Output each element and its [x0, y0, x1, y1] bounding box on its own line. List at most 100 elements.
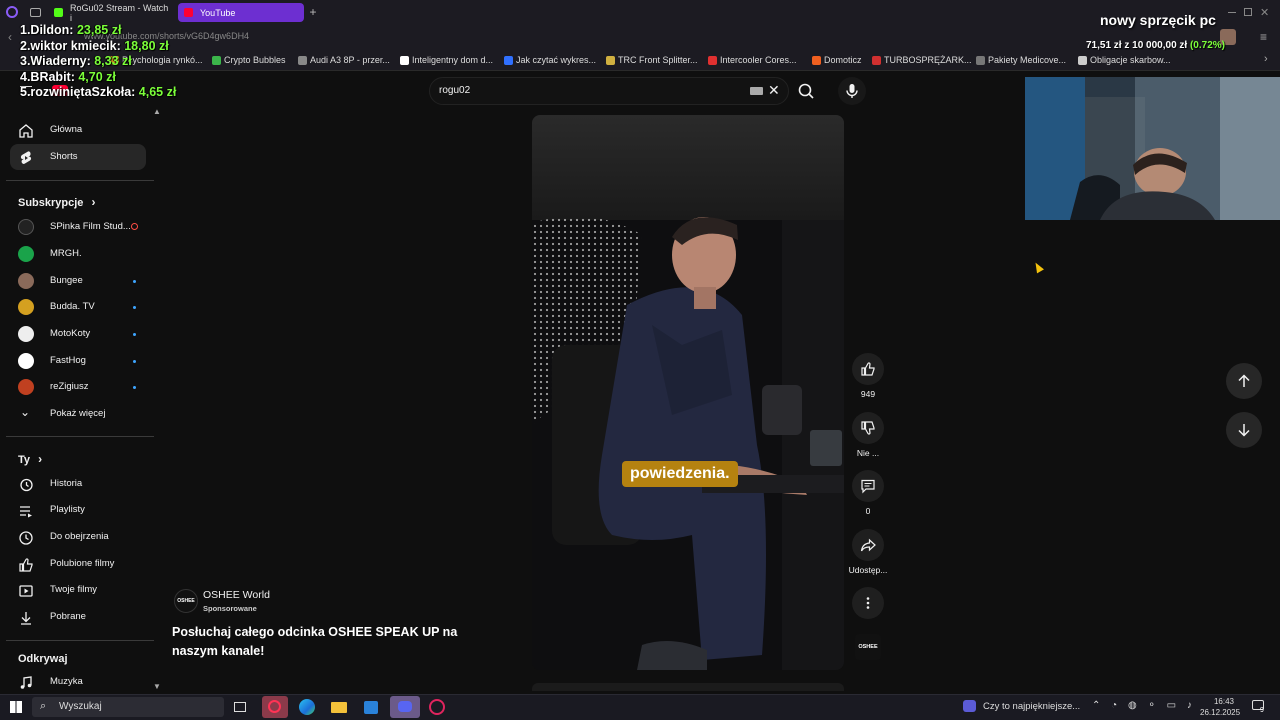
mouse-cursor-icon — [1032, 260, 1044, 274]
discord-icon[interactable] — [390, 696, 420, 718]
music-icon — [20, 676, 32, 689]
sidebar-subscription[interactable]: SPinka Film Stud... — [10, 214, 146, 240]
sidebar-subscription[interactable]: MRGH. — [10, 241, 146, 267]
chevron-down-icon: ⌄ — [20, 405, 31, 419]
bookmark-icon — [812, 56, 821, 65]
channel-thumbnail[interactable]: OSHEE — [855, 634, 881, 660]
channel-name[interactable]: OSHEE World — [203, 589, 270, 601]
bookmark[interactable]: Pakiety Medicove... — [976, 55, 1066, 65]
next-short-button[interactable] — [1226, 412, 1262, 448]
sidebar-subscription[interactable]: Budda. TV — [10, 294, 146, 320]
sidebar-item-label: Twoje filmy — [50, 584, 97, 595]
new-tab-button[interactable]: + — [306, 5, 320, 19]
notification-count-badge: 9 — [1260, 707, 1264, 714]
back-icon[interactable]: ‹ — [8, 30, 12, 44]
maximize-icon[interactable] — [1244, 8, 1252, 16]
dislike-button[interactable] — [852, 412, 884, 444]
playlist-icon — [20, 506, 32, 518]
windows-search-input[interactable]: Wyszukaj — [59, 701, 102, 712]
sidebar-item-home[interactable]: Główna — [10, 117, 146, 143]
you-header[interactable]: Ty › — [18, 452, 42, 466]
close-icon[interactable]: ✕ — [1260, 6, 1269, 19]
shorts-icon — [20, 151, 32, 164]
comments-button[interactable] — [852, 470, 884, 502]
bookmark-icon — [212, 56, 221, 65]
news-widget[interactable]: Czy to najpiękniejsze... — [983, 701, 1080, 712]
opera-gx-taskbar-icon[interactable] — [262, 696, 288, 718]
edge-icon[interactable] — [298, 698, 316, 716]
clear-search-icon[interactable]: ✕ — [768, 82, 780, 99]
donor-leaderboard-entry: 5.rozwiniętaSzkoła: 4,65 zł — [20, 85, 177, 99]
sidebar-item-liked[interactable]: Polubione filmy — [10, 551, 146, 577]
file-explorer-icon[interactable] — [330, 698, 348, 716]
voice-search-button[interactable] — [838, 77, 866, 105]
sidebar-subscription[interactable]: FastHog — [10, 348, 146, 374]
sidebar-item-downloads[interactable]: Pobrane — [10, 604, 146, 630]
bookmark[interactable]: Jak czytać wykres... — [504, 55, 596, 65]
search-input[interactable]: rogu02 — [439, 85, 470, 96]
short-title[interactable]: Posłuchaj całego odcinka OSHEE SPEAK UP … — [172, 623, 472, 661]
scroll-up-icon[interactable]: ▲ — [153, 107, 161, 116]
search-box[interactable] — [429, 77, 789, 105]
more-options-button[interactable] — [852, 587, 884, 619]
search-icon: ⌕ — [40, 700, 47, 712]
sidebar-toggle-icon[interactable] — [30, 8, 41, 17]
keyboard-icon[interactable] — [750, 87, 763, 95]
like-button[interactable] — [852, 353, 884, 385]
scroll-down-icon[interactable]: ▼ — [153, 682, 161, 691]
channel-name: SPinka Film Stud... — [50, 221, 131, 232]
donation-goal-title: nowy sprzęcik pc — [1100, 12, 1216, 28]
divider — [6, 436, 154, 437]
sidebar-item-label: Muzyka — [50, 676, 83, 687]
windows-start-icon[interactable] — [10, 701, 22, 713]
subscriptions-header[interactable]: Subskrypcje › — [18, 195, 95, 209]
new-content-dot — [133, 360, 136, 363]
sidebar-subscription[interactable]: MotoKoty — [10, 321, 146, 347]
share-button[interactable] — [852, 529, 884, 561]
sidebar-item-label: Playlisty — [50, 504, 85, 515]
bookmark[interactable]: Inteligentny dom d... — [400, 55, 493, 65]
channel-avatar — [18, 353, 34, 369]
thumb-up-icon — [861, 362, 875, 376]
bookmark[interactable]: TURBOSPRĘŻARK... — [872, 55, 972, 65]
bookmark[interactable]: Crypto Bubbles — [212, 55, 286, 65]
sidebar-subscription[interactable]: reZigiusz — [10, 374, 146, 400]
task-view-icon[interactable] — [231, 698, 249, 716]
channel-name: FastHog — [50, 355, 86, 366]
bookmark-icon — [298, 56, 307, 65]
bookmark[interactable]: Obligacje skarbow... — [1078, 55, 1171, 65]
bookmark-icon — [976, 56, 985, 65]
taskbar-clock[interactable]: 16:43 26.12.2025 — [1200, 696, 1240, 718]
sidebar-item-playlists[interactable]: Playlisty — [10, 497, 146, 523]
divider — [6, 640, 154, 641]
bookmark-icon — [872, 56, 881, 65]
bookmarks-overflow-icon[interactable]: › — [1264, 53, 1268, 65]
show-more-button[interactable]: ⌄ Pokaż więcej — [10, 401, 146, 427]
history-icon — [20, 478, 33, 492]
minimize-icon[interactable] — [1228, 12, 1236, 13]
app-icon[interactable] — [428, 698, 446, 716]
previous-short-button[interactable] — [1226, 363, 1262, 399]
microsoft-store-icon[interactable] — [362, 698, 380, 716]
channel-avatar[interactable]: OSHEE — [174, 589, 198, 613]
bookmark[interactable]: Audi A3 8P - przer... — [298, 55, 390, 65]
system-tray-icons[interactable]: ⌃ ◔ ◍ ⚬ ▭ ♪ — [1092, 700, 1200, 712]
bookmark[interactable]: Domoticz — [812, 55, 862, 65]
tab-stream[interactable]: RoGu02 Stream - Watch i — [48, 3, 170, 23]
menu-icon[interactable]: ≡ — [1260, 30, 1267, 44]
window-controls: ✕ — [1206, 6, 1276, 19]
bookmark[interactable]: TRC Front Splitter... — [606, 55, 698, 65]
sidebar-item-watch-later[interactable]: Do obejrzenia — [10, 524, 146, 550]
search-button[interactable] — [792, 78, 822, 104]
next-short-preview[interactable] — [532, 683, 844, 691]
short-video-player[interactable] — [532, 115, 844, 670]
tab-youtube[interactable]: YouTube — [178, 3, 304, 22]
sidebar-item-history[interactable]: Historia — [10, 471, 146, 497]
sidebar-subscription[interactable]: Bungee — [10, 268, 146, 294]
sidebar-item-label: Do obejrzenia — [50, 531, 109, 542]
browser-logo-icon[interactable] — [6, 6, 18, 18]
sidebar-item-music[interactable]: Muzyka — [10, 669, 146, 695]
sidebar-item-shorts[interactable]: Shorts — [10, 144, 146, 170]
sidebar-item-your-videos[interactable]: Twoje filmy — [10, 577, 146, 603]
bookmark[interactable]: Intercooler Cores... — [708, 55, 797, 65]
